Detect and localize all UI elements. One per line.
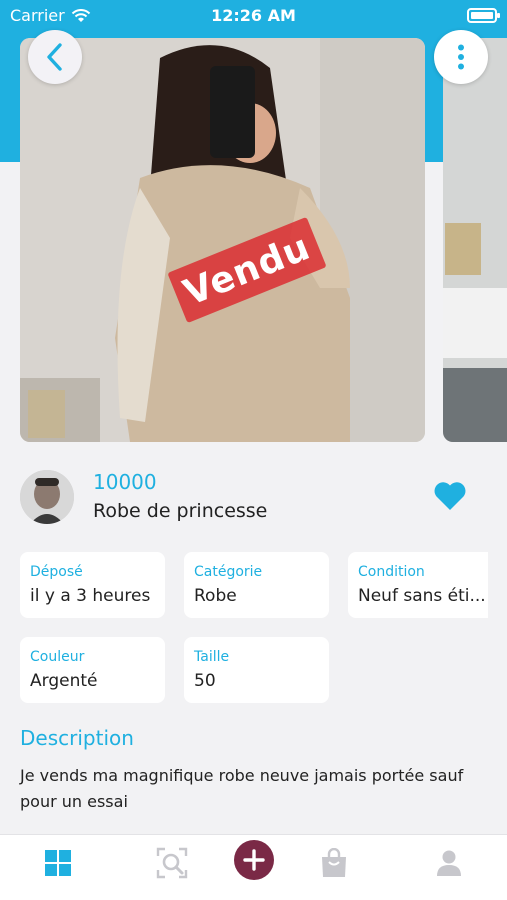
detail-value: 50	[194, 671, 216, 691]
detail-value: Neuf sans éti...	[358, 586, 486, 606]
tab-profile[interactable]	[429, 843, 469, 883]
next-photo-image	[443, 38, 507, 442]
tab-search[interactable]	[152, 843, 192, 883]
detail-value: Argenté	[30, 671, 98, 691]
more-options-button[interactable]	[434, 30, 488, 84]
battery-icon	[467, 8, 500, 23]
next-photo-preview[interactable]	[443, 38, 507, 442]
shopping-bag-icon	[322, 848, 346, 877]
search-icon	[156, 847, 188, 879]
product-photo[interactable]: Vendu	[20, 38, 425, 442]
seller-avatar-image	[20, 470, 74, 524]
product-price: 10000	[93, 470, 157, 494]
more-vertical-icon	[458, 44, 464, 70]
person-icon	[437, 850, 461, 876]
detail-card-category: Catégorie Robe	[184, 552, 329, 618]
tab-purchases[interactable]	[314, 843, 354, 883]
detail-label: Taille	[194, 649, 230, 665]
avatar[interactable]	[20, 470, 74, 524]
tab-home[interactable]	[38, 843, 78, 883]
detail-value: il y a 3 heures	[30, 586, 151, 606]
detail-card-condition: Condition Neuf sans éti...	[348, 552, 488, 618]
back-button[interactable]	[28, 30, 82, 84]
detail-card-color: Couleur Argenté	[20, 637, 165, 703]
detail-label: Catégorie	[194, 564, 263, 580]
grid-icon	[45, 850, 71, 876]
detail-label: Couleur	[30, 649, 85, 665]
detail-card-deposited: Déposé il y a 3 heures	[20, 552, 165, 618]
heart-icon[interactable]	[433, 480, 467, 512]
add-listing-button[interactable]	[234, 840, 274, 880]
product-title: Robe de princesse	[93, 500, 268, 522]
detail-label: Déposé	[30, 564, 83, 580]
status-time: 12:26 AM	[211, 6, 296, 25]
chevron-left-icon	[47, 43, 62, 71]
bottom-tab-bar	[0, 834, 507, 900]
status-bar: Carrier 12:26 AM	[0, 0, 507, 34]
plus-icon	[243, 849, 265, 871]
detail-value: Robe	[194, 586, 237, 606]
detail-label: Condition	[358, 564, 425, 580]
detail-card-size: Taille 50	[184, 637, 329, 703]
product-photo-image	[20, 38, 425, 442]
description-heading: Description	[20, 726, 134, 750]
description-text: Je vends ma magnifique robe neuve jamais…	[20, 766, 464, 811]
seller-row: 10000 Robe de princesse	[20, 468, 487, 526]
